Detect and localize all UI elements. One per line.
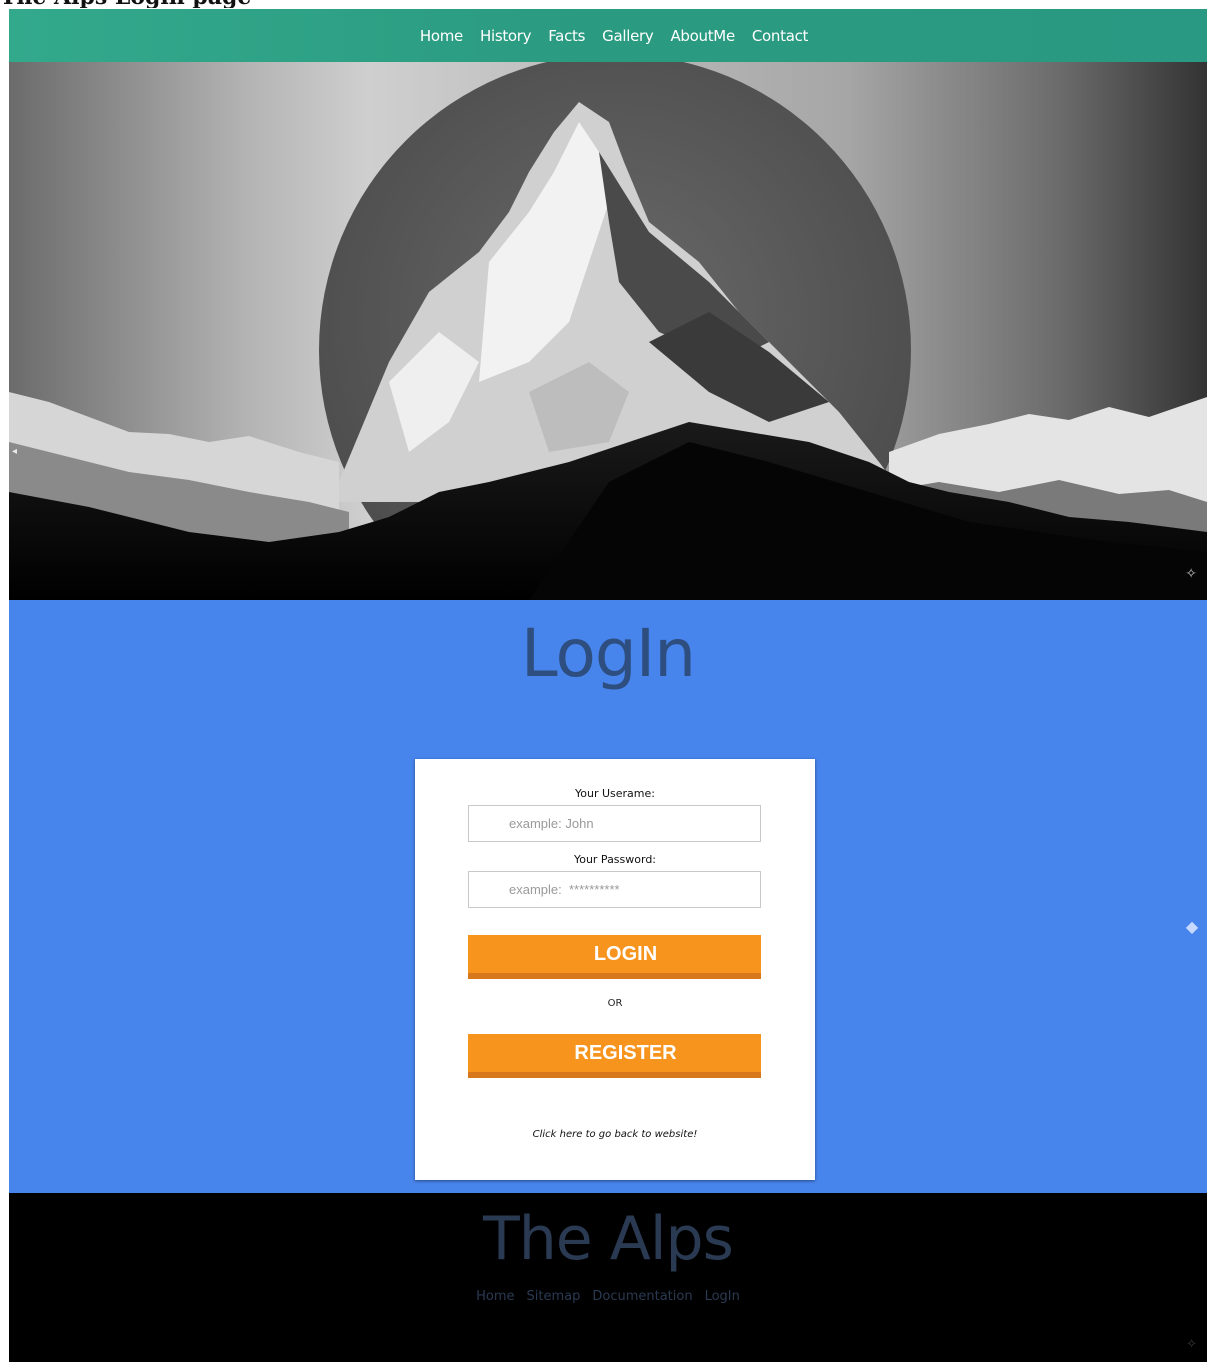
password-label: Your Password: — [573, 853, 657, 866]
username-input[interactable] — [468, 805, 761, 842]
register-button[interactable]: REGISTER — [468, 1034, 761, 1078]
left-arrow-icon[interactable]: ◂ — [12, 446, 17, 457]
footer-links: Home Sitemap Documentation LogIn — [9, 1289, 1207, 1304]
feather-icon: ✧ — [1186, 1337, 1197, 1352]
footer-title: The Alps — [483, 1204, 734, 1274]
hero-image: ◂ ✧ — [9, 62, 1207, 600]
footer-link-home[interactable]: Home — [476, 1289, 514, 1304]
nav-item-aboutme[interactable]: AboutMe — [670, 27, 735, 45]
password-input[interactable] — [468, 871, 761, 908]
nav-links: Home History Facts Gallery AboutMe Conta… — [9, 9, 1207, 62]
footer-link-sitemap[interactable]: Sitemap — [527, 1289, 581, 1304]
footer: The Alps Home Sitemap Documentation LogI… — [9, 1193, 1207, 1362]
login-title: LogIn — [520, 615, 696, 692]
top-navigation: Home History Facts Gallery AboutMe Conta… — [9, 9, 1207, 62]
site-container: Home History Facts Gallery AboutMe Conta… — [9, 9, 1207, 1362]
login-section: LogIn ◆ Your Userame: Your Password: LOG… — [9, 600, 1207, 1193]
or-separator: OR — [607, 998, 623, 1009]
login-form-card: Your Userame: Your Password: LOGIN OR RE… — [415, 759, 815, 1180]
diamond-icon[interactable]: ◆ — [1183, 918, 1201, 936]
nav-item-home[interactable]: Home — [420, 27, 463, 45]
nav-item-contact[interactable]: Contact — [752, 27, 809, 45]
feather-icon: ✧ — [1185, 566, 1197, 582]
login-button[interactable]: LOGIN — [468, 935, 761, 979]
nav-item-gallery[interactable]: Gallery — [602, 27, 654, 45]
username-label: Your Userame: — [575, 787, 655, 800]
page-heading: The Alps Login page — [0, 0, 640, 8]
back-to-website-link[interactable]: Click here to go back to website! — [415, 1129, 815, 1140]
nav-item-history[interactable]: History — [480, 27, 532, 45]
footer-link-login[interactable]: LogIn — [705, 1289, 740, 1304]
nav-item-facts[interactable]: Facts — [548, 27, 585, 45]
footer-link-documentation[interactable]: Documentation — [592, 1289, 692, 1304]
mountain-illustration — [9, 62, 1207, 600]
